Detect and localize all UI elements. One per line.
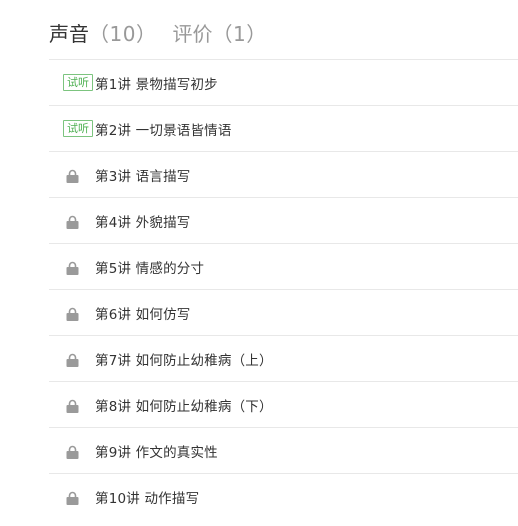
- lock-icon: [66, 215, 78, 229]
- tab-voice-count: 10: [89, 20, 156, 48]
- lesson-item[interactable]: 第8讲 如何防止幼稚病（下）: [49, 382, 518, 428]
- lesson-item[interactable]: 第3讲 语言描写: [49, 152, 518, 198]
- lesson-title: 第4讲 外貌描写: [95, 214, 191, 231]
- lesson-lead: [49, 213, 95, 229]
- lesson-title: 第7讲 如何防止幼稚病（上）: [95, 352, 273, 369]
- lock-icon: [66, 307, 78, 321]
- lesson-item[interactable]: 试听 第2讲 一切景语皆情语: [49, 106, 518, 152]
- lesson-title: 第5讲 情感的分寸: [95, 260, 205, 277]
- lesson-title: 第1讲 景物描写初步: [95, 76, 218, 93]
- lesson-title: 第8讲 如何防止幼稚病（下）: [95, 398, 273, 415]
- lock-icon: [66, 491, 78, 505]
- tab-review-count: 1: [212, 20, 266, 48]
- lesson-title: 第6讲 如何仿写: [95, 306, 191, 323]
- lesson-title: 第9讲 作文的真实性: [95, 444, 218, 461]
- lesson-item[interactable]: 第9讲 作文的真实性: [49, 428, 518, 474]
- lesson-item[interactable]: 第7讲 如何防止幼稚病（上）: [49, 336, 518, 382]
- lesson-lead: [49, 259, 95, 275]
- lesson-lead: [49, 167, 95, 183]
- lock-icon: [66, 169, 78, 183]
- tab-voice[interactable]: 声音10: [49, 20, 156, 48]
- lesson-lead: [49, 351, 95, 367]
- lesson-title: 第2讲 一切景语皆情语: [95, 122, 232, 139]
- lesson-lead: [49, 489, 95, 505]
- lock-icon: [66, 445, 78, 459]
- lock-icon: [66, 399, 78, 413]
- lesson-lead: [49, 397, 95, 413]
- tab-review-label: 评价: [172, 22, 213, 46]
- lesson-item[interactable]: 第6讲 如何仿写: [49, 290, 518, 336]
- course-catalog-page: 声音10 评价1 试听 第1讲 景物描写初步 试听 第2讲 一切景语皆情语 第3…: [0, 0, 518, 526]
- tab-voice-label: 声音: [49, 22, 89, 46]
- content-tabs: 声音10 评价1: [49, 20, 267, 48]
- trial-badge: 试听: [63, 74, 93, 91]
- lesson-item[interactable]: 第4讲 外貌描写: [49, 198, 518, 244]
- lesson-lead: 试听: [49, 74, 95, 91]
- lesson-title: 第10讲 动作描写: [95, 490, 200, 507]
- lesson-title: 第3讲 语言描写: [95, 168, 191, 185]
- tab-review[interactable]: 评价1: [172, 20, 266, 48]
- lesson-item[interactable]: 第10讲 动作描写: [49, 474, 518, 519]
- lesson-list: 试听 第1讲 景物描写初步 试听 第2讲 一切景语皆情语 第3讲 语言描写 第4…: [49, 59, 518, 519]
- lesson-lead: [49, 443, 95, 459]
- trial-badge: 试听: [63, 120, 93, 137]
- lesson-item[interactable]: 第5讲 情感的分寸: [49, 244, 518, 290]
- lock-icon: [66, 353, 78, 367]
- lesson-lead: 试听: [49, 120, 95, 137]
- lock-icon: [66, 261, 78, 275]
- lesson-item[interactable]: 试听 第1讲 景物描写初步: [49, 60, 518, 106]
- lesson-lead: [49, 305, 95, 321]
